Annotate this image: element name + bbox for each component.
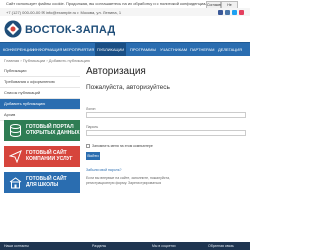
promo-banner-school[interactable]: ГОТОВЫЙ САЙТ ДЛЯ ШКОЛЫ [4,172,80,193]
footer-social[interactable]: Мы в соцсетях [152,244,176,248]
contact-info: +7 (127) 000-00-00 ✉ info@example.ru г. … [6,9,122,15]
password-label: Пароль [86,125,99,129]
sidebar: Публикации Требования к оформлению Списо… [0,66,80,121]
login-button[interactable]: Войти [86,152,100,160]
promo-banner-open-data[interactable]: ГОТОВЫЙ ПОРТАЛ ОТКРЫТЫХ ДАННЫХ [4,120,80,141]
footer-sections[interactable]: Разделы [92,244,106,248]
page-title: Авторизация [86,66,146,77]
sidebar-item-requirements[interactable]: Требования к оформлению [0,77,80,88]
vk-icon[interactable] [225,10,230,15]
site-name[interactable]: ВОСТОК-ЗАПАД [25,24,115,36]
nav-item-partners[interactable]: Партнерам [190,43,214,56]
main-nav: Конференции Информация Мероприятия Публи… [0,42,250,56]
banner-line2: ДЛЯ ШКОЛЫ [26,182,59,188]
paper-plane-icon [9,150,22,163]
breadcrumb[interactable]: Главная › Публикации › Добавить публикац… [4,58,90,63]
footer-contacts[interactable]: Наши контакты [4,244,29,248]
twitter-icon[interactable] [232,10,237,15]
nav-item-conferences[interactable]: Конференции [3,43,34,56]
login-label: Логин [86,107,96,111]
site-header: ВОСТОК-ЗАПАД [0,16,250,42]
banner-line2: ОТКРЫТЫХ ДАННЫХ [26,130,80,136]
sidebar-item-list[interactable]: Список публикаций [0,88,80,99]
nav-item-publications[interactable]: Публикации [95,43,127,56]
logo-icon[interactable] [4,20,22,38]
registration-help-text: Если вы впервые на сайте, заполните, пож… [86,176,171,185]
nav-item-participants[interactable]: Участникам [160,43,187,56]
forgot-password-link[interactable]: Забыли свой пароль? [86,168,121,172]
instagram-icon[interactable] [239,10,244,15]
nav-item-events[interactable]: Мероприятия [63,43,94,56]
school-icon [9,177,22,189]
cookie-notice-text: Сайт использует файлы cookie. Продолжая,… [6,1,222,6]
nav-item-info[interactable]: Информация [33,43,62,56]
facebook-icon[interactable] [218,10,223,15]
database-icon [10,124,21,137]
banner-line2: КОМПАНИИ УСЛУГ [26,156,73,162]
site-footer: Наши контакты Разделы Мы в соцсетях Обра… [0,242,250,250]
sidebar-item-publications[interactable]: Публикации [0,66,80,77]
login-subtitle: Пожалуйста, авторизуйтесь [86,84,170,91]
login-input[interactable] [86,112,246,118]
footer-feedback[interactable]: Обратная связь [208,244,234,248]
password-input[interactable] [86,130,246,136]
nav-item-programs[interactable]: Программы [130,43,156,56]
promo-banner-services[interactable]: ГОТОВЫЙ САЙТ КОМПАНИИ УСЛУГ [4,146,80,167]
remember-checkbox[interactable] [86,144,90,148]
sidebar-item-add-publication[interactable]: Добавить публикацию [0,99,80,110]
nav-item-delegation[interactable]: Делегация [218,43,242,56]
remember-label: Запомнить меня на этом компьютере [92,144,153,148]
contact-bar: +7 (127) 000-00-00 ✉ info@example.ru г. … [0,8,250,16]
